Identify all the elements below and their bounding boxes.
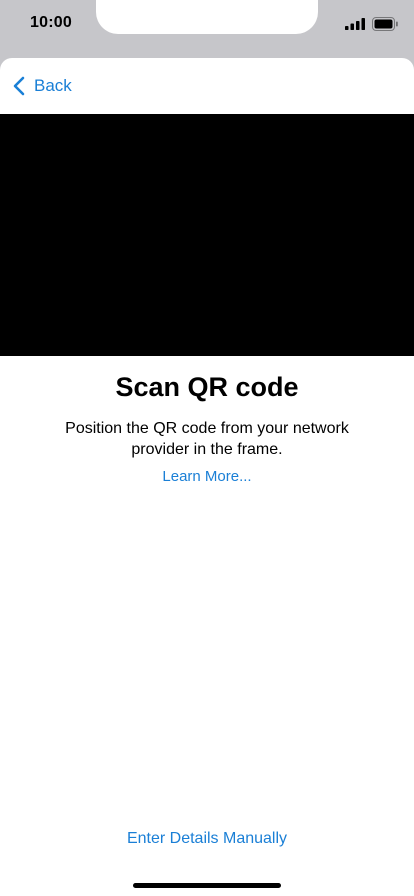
instructions-text: Position the QR code from your network p… <box>65 420 349 458</box>
status-bar: 10:00 <box>0 0 414 48</box>
notch <box>96 0 318 34</box>
battery-icon <box>372 17 398 31</box>
device-screen: 10:00 Back Scan QR code Position the QR … <box>0 0 414 896</box>
navigation-bar: Back <box>0 58 414 114</box>
home-indicator[interactable] <box>133 883 281 888</box>
page-title: Scan QR code <box>115 372 299 402</box>
chevron-left-icon <box>13 76 25 96</box>
learn-more-link[interactable]: Learn More... <box>0 468 414 485</box>
status-time: 10:00 <box>30 14 72 31</box>
back-label: Back <box>34 76 72 95</box>
cellular-signal-icon <box>345 18 365 30</box>
scan-sheet: Back Scan QR code Position the QR code f… <box>0 58 414 896</box>
back-button[interactable]: Back <box>12 74 72 98</box>
camera-viewfinder <box>0 114 414 356</box>
enter-details-manually-button[interactable]: Enter Details Manually <box>0 830 414 848</box>
